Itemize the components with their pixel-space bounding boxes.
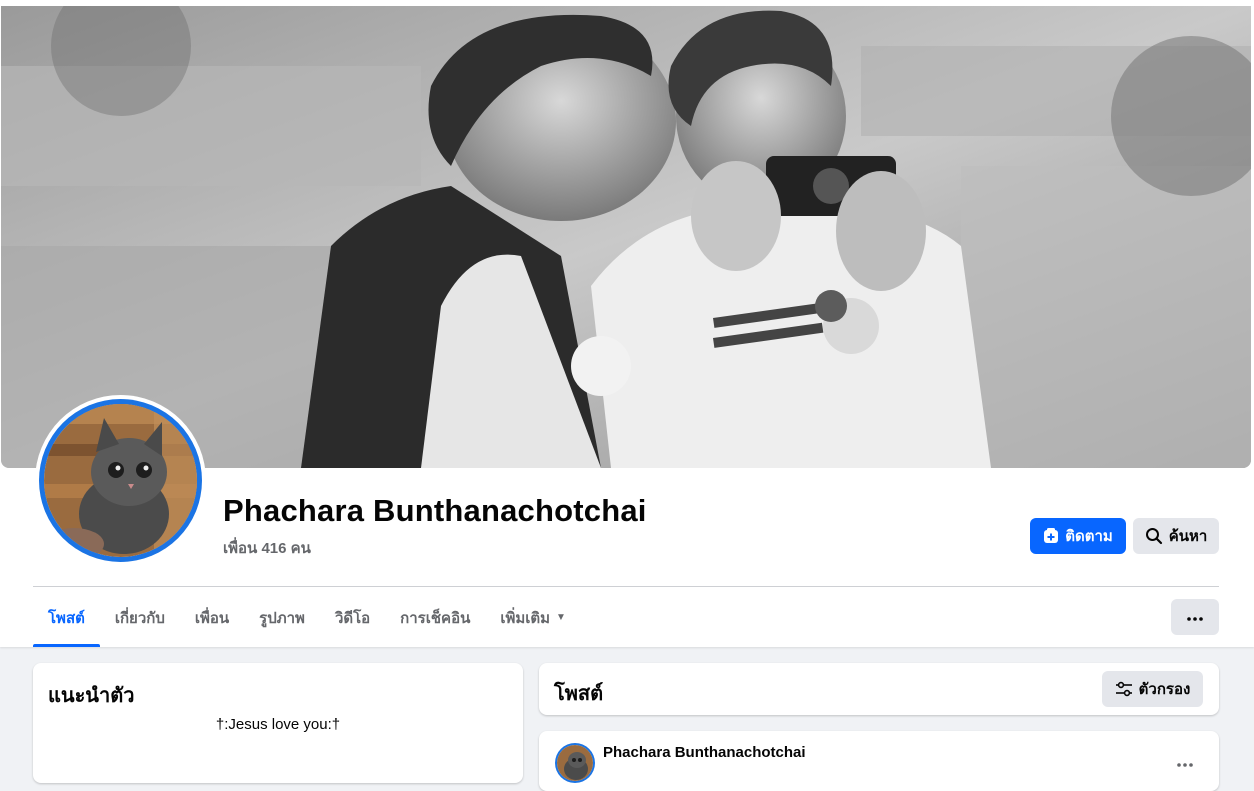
tab-posts[interactable]: โพสต์ <box>33 588 100 647</box>
post-avatar-image <box>557 745 593 781</box>
tab-label: รูปภาพ <box>259 609 305 627</box>
follow-button[interactable]: ติดตาม <box>1030 518 1126 554</box>
profile-tabs: โพสต์ เกี่ยวกับ เพื่อน รูปภาพ วิดีโอ การ… <box>33 588 581 647</box>
profile-more-button[interactable] <box>1171 599 1219 635</box>
intro-title: แนะนำตัว <box>48 685 135 707</box>
tab-friends[interactable]: เพื่อน <box>180 588 244 647</box>
tab-label: การเช็คอิน <box>400 609 471 627</box>
search-icon <box>1145 527 1163 545</box>
ellipsis-icon <box>1187 608 1203 626</box>
tab-label: เพื่อน <box>194 609 230 627</box>
follow-plus-icon <box>1043 528 1059 544</box>
header-divider <box>33 586 1219 587</box>
filter-sliders-icon <box>1115 681 1133 697</box>
posts-title: โพสต์ <box>554 683 604 705</box>
tab-label: เพิ่มเติม <box>500 609 551 627</box>
tab-videos[interactable]: วิดีโอ <box>320 588 385 647</box>
profile-name: Phachara Bunthanachotchai <box>223 493 647 528</box>
posts-header-card: โพสต์ ตัวกรอง <box>539 663 1219 715</box>
avatar-story-ring <box>39 399 202 562</box>
profile-header: Phachara Bunthanachotchai เพื่อน 416 คน … <box>0 0 1254 647</box>
filter-label: ตัวกรอง <box>1138 681 1191 698</box>
follow-label: ติดตาม <box>1065 528 1113 545</box>
tab-more[interactable]: เพิ่มเติม ▼ <box>485 588 581 647</box>
tab-photos[interactable]: รูปภาพ <box>244 588 320 647</box>
post-author-name[interactable]: Phachara Bunthanachotchai <box>603 744 806 761</box>
search-label: ค้นหา <box>1168 528 1208 545</box>
profile-avatar[interactable] <box>35 395 206 566</box>
post-card: Phachara Bunthanachotchai <box>539 731 1219 791</box>
tab-label: เกี่ยวกับ <box>114 609 165 627</box>
post-author-avatar[interactable] <box>555 743 595 783</box>
tab-label: โพสต์ <box>48 609 85 627</box>
profile-search-button[interactable]: ค้นหา <box>1133 518 1219 554</box>
tab-label: วิดีโอ <box>334 609 371 627</box>
tab-checkins[interactable]: การเช็คอิน <box>385 588 485 647</box>
filter-button[interactable]: ตัวกรอง <box>1102 671 1203 707</box>
intro-bio: †:Jesus love you:† <box>215 716 341 733</box>
cover-photo[interactable] <box>1 6 1251 468</box>
tab-about[interactable]: เกี่ยวกับ <box>100 588 180 647</box>
ellipsis-icon <box>1177 754 1193 772</box>
friends-count[interactable]: เพื่อน 416 คน <box>223 536 311 560</box>
chevron-down-icon: ▼ <box>556 612 566 623</box>
post-options-button[interactable] <box>1167 745 1203 781</box>
intro-card: แนะนำตัว †:Jesus love you:† <box>33 663 523 783</box>
avatar-image <box>44 404 197 557</box>
